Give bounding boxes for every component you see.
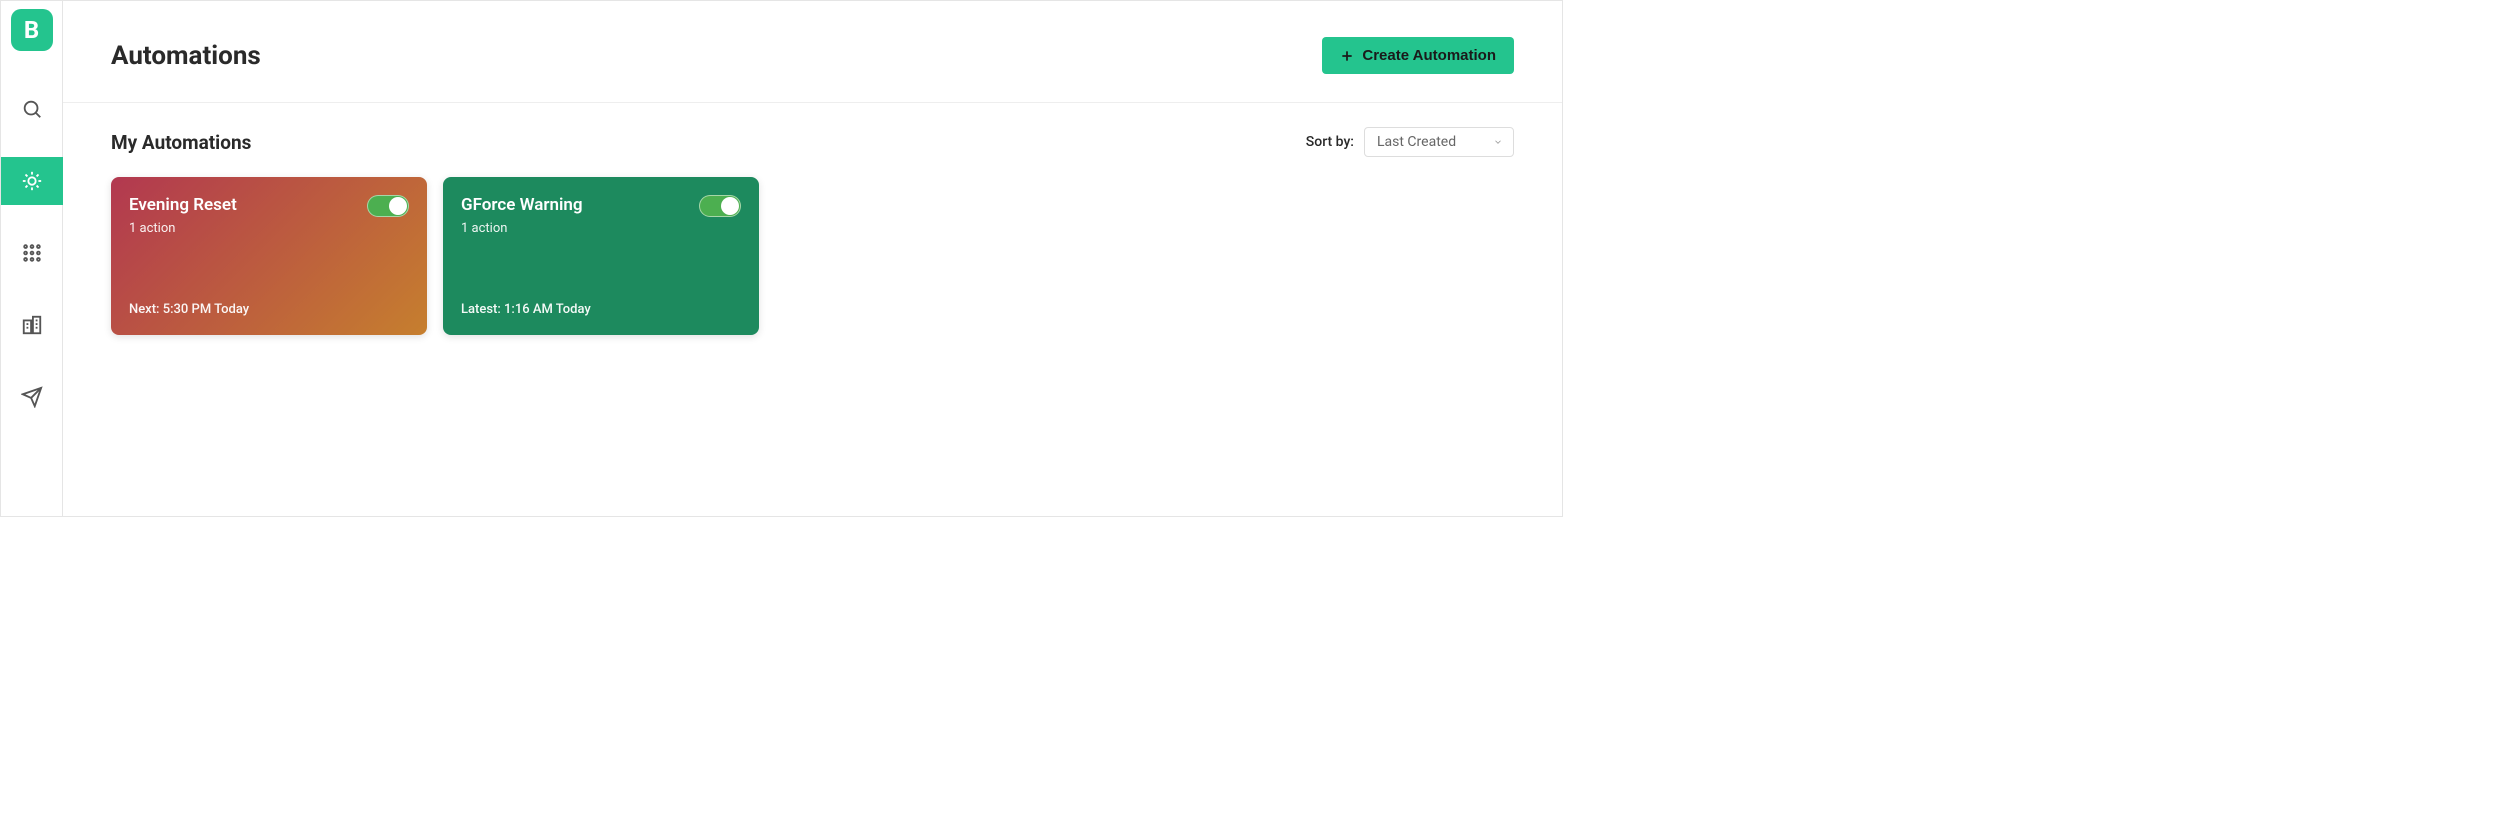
sort-select[interactable]: Last Created xyxy=(1364,127,1514,157)
card-toggle[interactable] xyxy=(699,195,741,217)
toggle-knob xyxy=(721,197,739,215)
section-title: My Automations xyxy=(111,131,251,154)
sort-label: Sort by: xyxy=(1306,134,1354,150)
search-icon[interactable] xyxy=(1,85,63,133)
sidebar: B xyxy=(1,1,63,516)
create-automation-button[interactable]: Create Automation xyxy=(1322,37,1514,74)
automation-card[interactable]: Evening Reset 1 action Next: 5:30 PM Tod… xyxy=(111,177,427,335)
automations-icon[interactable] xyxy=(1,157,63,205)
card-toggle[interactable] xyxy=(367,195,409,217)
card-title: GForce Warning xyxy=(461,195,583,215)
app-logo[interactable]: B xyxy=(11,9,53,51)
sort-group: Sort by: Last Created xyxy=(1306,127,1514,157)
card-header: GForce Warning 1 action xyxy=(461,195,741,236)
page-header: Automations Create Automation xyxy=(63,1,1562,103)
card-header: Evening Reset 1 action xyxy=(129,195,409,236)
sort-value: Last Created xyxy=(1377,134,1456,150)
card-actions-count: 1 action xyxy=(461,221,583,236)
card-title: Evening Reset xyxy=(129,195,237,215)
card-footer: Next: 5:30 PM Today xyxy=(129,302,409,317)
buildings-icon[interactable] xyxy=(1,301,63,349)
automation-card[interactable]: GForce Warning 1 action Latest: 1:16 AM … xyxy=(443,177,759,335)
create-button-label: Create Automation xyxy=(1362,47,1496,64)
cards-container: Evening Reset 1 action Next: 5:30 PM Tod… xyxy=(111,177,1514,335)
chevron-down-icon xyxy=(1493,137,1503,147)
toggle-knob xyxy=(389,197,407,215)
card-footer: Latest: 1:16 AM Today xyxy=(461,302,741,317)
section-header: My Automations Sort by: Last Created xyxy=(111,127,1514,157)
page-title: Automations xyxy=(111,41,261,71)
content-area: My Automations Sort by: Last Created Eve… xyxy=(63,103,1562,359)
plus-icon xyxy=(1340,49,1354,63)
main-content: Automations Create Automation My Automat… xyxy=(63,1,1562,516)
apps-grid-icon[interactable] xyxy=(1,229,63,277)
send-icon[interactable] xyxy=(1,373,63,421)
card-actions-count: 1 action xyxy=(129,221,237,236)
